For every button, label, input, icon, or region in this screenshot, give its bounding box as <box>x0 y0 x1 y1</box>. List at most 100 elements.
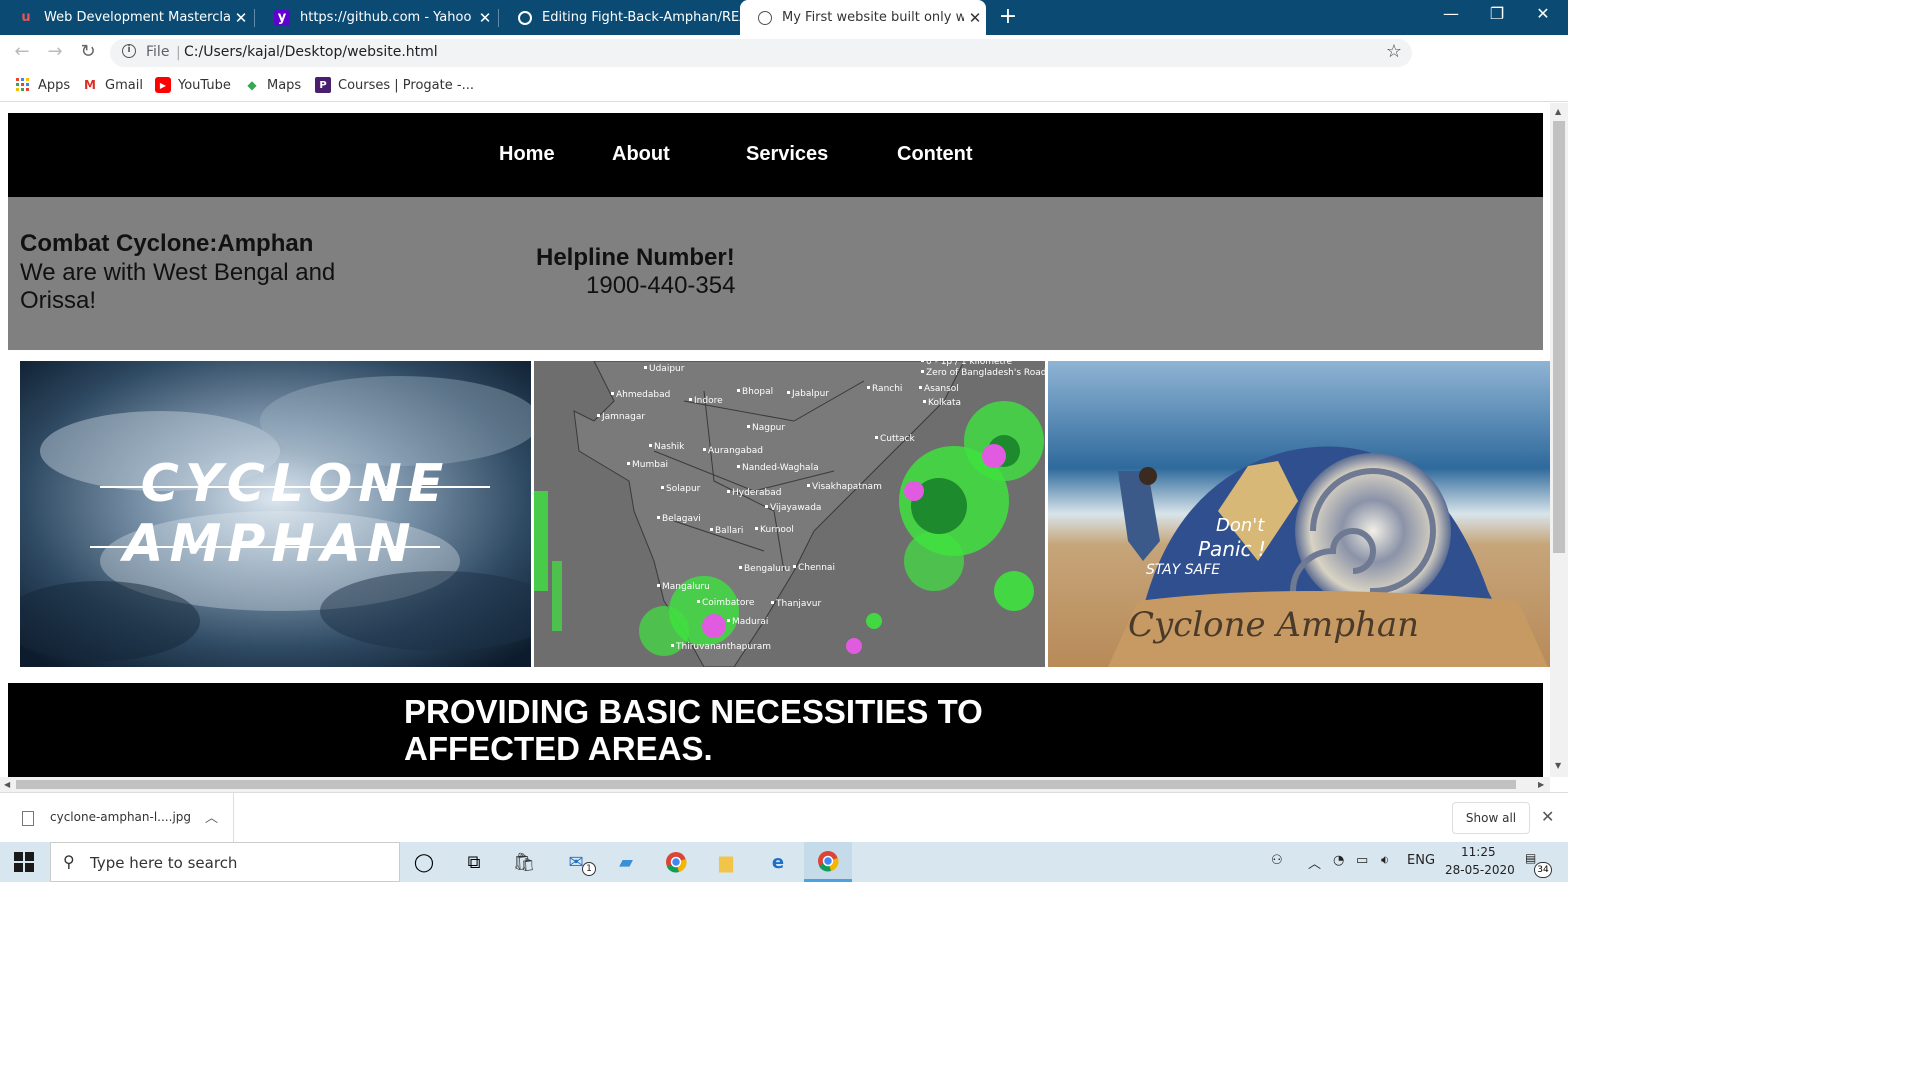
vertical-scroll-thumb[interactable] <box>1553 121 1565 553</box>
map-city-dot <box>657 516 660 519</box>
nav-content[interactable]: Content <box>897 143 973 166</box>
bookmark-progate[interactable]: P Courses | Progate -... <box>315 77 474 93</box>
scroll-right-icon[interactable]: ▶ <box>1538 780 1544 789</box>
helpline-title: Helpline Number! <box>536 244 735 271</box>
minimize-button[interactable]: — <box>1428 4 1474 23</box>
map-city-dot <box>771 601 774 604</box>
tab-github[interactable]: Editing Fight-Back-Amphan/REA <box>500 0 740 35</box>
store-icon[interactable]: 🛍 <box>500 842 548 882</box>
bookmark-gmail[interactable]: M Gmail <box>82 77 143 93</box>
battery-icon[interactable]: ▭ <box>1356 853 1368 868</box>
close-icon[interactable]: ✕ <box>1541 807 1554 826</box>
chrome-window-icon[interactable] <box>804 842 852 882</box>
task-view-icon[interactable]: ⧉ <box>450 842 498 882</box>
map-label: Zero of Bangladesh's Road <box>926 368 1045 378</box>
scroll-up-icon[interactable]: ▲ <box>1555 107 1561 116</box>
cortana-icon[interactable]: ◯ <box>400 842 448 882</box>
info-icon[interactable]: i <box>122 44 136 58</box>
url-text[interactable]: C:/Users/kajal/Desktop/website.html <box>184 44 438 60</box>
browser-titlebar: u Web Development Masterclass - ✕ y http… <box>0 0 1568 35</box>
vertical-scrollbar[interactable]: ▲ ▼ <box>1550 103 1568 777</box>
map-city-dot <box>921 361 924 362</box>
app-icon[interactable]: ▰ <box>602 842 650 882</box>
tab-separator <box>498 9 499 27</box>
bookmark-label: Gmail <box>105 77 143 93</box>
map-city-dot <box>807 484 810 487</box>
horizontal-scrollbar[interactable]: ◀ ▶ <box>0 777 1550 792</box>
close-icon[interactable]: ✕ <box>230 9 252 27</box>
tab-yahoo[interactable]: y https://github.com - Yahoo Searc ✕ <box>256 0 496 35</box>
bookmark-star-icon[interactable]: ☆ <box>1386 41 1402 62</box>
wifi-icon[interactable]: ◔ <box>1333 853 1344 868</box>
volume-icon[interactable]: 🔉︎ <box>1381 853 1389 868</box>
map-label: Mumbai <box>632 460 668 470</box>
show-all-button[interactable]: Show all <box>1452 802 1530 834</box>
map-label: 0 - 1p / 1 kilometre <box>926 361 1013 367</box>
udemy-icon: u <box>21 10 31 25</box>
map-city-dot <box>765 505 768 508</box>
map-label: Cuttack <box>880 434 916 444</box>
taskbar-search-input[interactable]: ⚲ Type here to search <box>50 842 400 882</box>
address-bar[interactable]: i File | C:/Users/kajal/Desktop/website.… <box>110 39 1412 67</box>
language-indicator[interactable]: ENG <box>1407 853 1435 868</box>
close-window-button[interactable]: ✕ <box>1520 4 1566 23</box>
back-button[interactable]: ← <box>10 41 34 62</box>
map-city-dot <box>611 392 614 395</box>
close-icon[interactable]: ✕ <box>964 9 986 27</box>
close-icon[interactable]: ✕ <box>474 9 496 27</box>
scroll-left-icon[interactable]: ◀ <box>4 780 10 789</box>
maps-icon: ◆ <box>247 78 257 92</box>
tab-title: https://github.com - Yahoo Searc <box>300 10 474 25</box>
tab-separator <box>254 9 255 27</box>
nav-services[interactable]: Services <box>746 143 828 166</box>
edge-icon[interactable]: e <box>754 842 802 882</box>
tab-udemy[interactable]: u Web Development Masterclass - ✕ <box>0 0 252 35</box>
map-city-dot <box>710 528 713 531</box>
bookmarks-bar: Apps M Gmail ▶ YouTube ◆ Maps P Courses … <box>0 70 1568 102</box>
tab-website[interactable]: My First website built only with H ✕ <box>740 0 986 35</box>
hero-subtitle: We are with West Bengal and Orissa! <box>20 259 336 314</box>
chrome-icon[interactable] <box>652 842 700 882</box>
download-filename: cyclone-amphan-l....jpg <box>50 810 192 824</box>
scheme-label: File <box>146 44 170 60</box>
progate-icon: P <box>315 77 331 93</box>
forward-button[interactable]: → <box>43 41 67 62</box>
chevron-up-icon[interactable]: ︿ <box>205 807 218 826</box>
map-city-dot <box>689 398 692 401</box>
bookmark-label: Maps <box>267 77 302 93</box>
new-tab-button[interactable]: + <box>996 4 1020 29</box>
windows-start-icon[interactable] <box>14 852 34 872</box>
reload-button[interactable]: ↻ <box>76 41 100 62</box>
map-city-dot <box>921 370 924 373</box>
clock-time[interactable]: 11:25 <box>1461 845 1496 859</box>
map-label: Thiruvananthapuram <box>675 642 771 652</box>
map-label: Jamnagar <box>601 412 645 422</box>
clock-date[interactable]: 28-05-2020 <box>1445 863 1515 877</box>
file-explorer-icon[interactable]: ▆ <box>702 842 750 882</box>
chevron-up-icon[interactable]: ︿ <box>1308 853 1321 872</box>
nav-home[interactable]: Home <box>499 143 555 166</box>
bookmark-youtube[interactable]: ▶ YouTube <box>155 77 231 93</box>
restore-button[interactable]: ❐ <box>1474 4 1520 23</box>
tab-title: My First website built only with H <box>782 10 964 25</box>
map-label: Madurai <box>732 617 768 627</box>
scroll-down-icon[interactable]: ▼ <box>1555 761 1561 770</box>
sand-text-dont: Don't <box>1216 515 1265 536</box>
cyclone-title-image: CYCLONE AMPHAN <box>20 361 531 667</box>
map-label: Indore <box>694 396 723 406</box>
mail-icon[interactable]: ✉ 1 <box>552 842 600 882</box>
bookmark-maps[interactable]: ◆ Maps <box>244 77 301 93</box>
nav-about[interactable]: About <box>612 143 670 166</box>
windows-taskbar: ⚲ Type here to search ◯ ⧉ 🛍 ✉ 1 ▰ ▆ e ⚇ … <box>0 842 1568 882</box>
bookmark-apps[interactable]: Apps <box>15 77 70 93</box>
map-city-dot <box>703 448 706 451</box>
browser-toolbar: ← → ↻ i File | C:/Users/kajal/Desktop/we… <box>0 35 1568 98</box>
download-item[interactable]: cyclone-amphan-l....jpg ︿ <box>0 793 234 843</box>
people-icon[interactable]: ⚇ <box>1271 853 1283 868</box>
map-city-dot <box>661 486 664 489</box>
map-city-dot <box>671 644 674 647</box>
horizontal-scroll-thumb[interactable] <box>16 780 1516 789</box>
map-label: Bhopal <box>742 387 773 397</box>
map-city-dot <box>875 436 878 439</box>
map-label: Aurangabad <box>708 446 763 456</box>
